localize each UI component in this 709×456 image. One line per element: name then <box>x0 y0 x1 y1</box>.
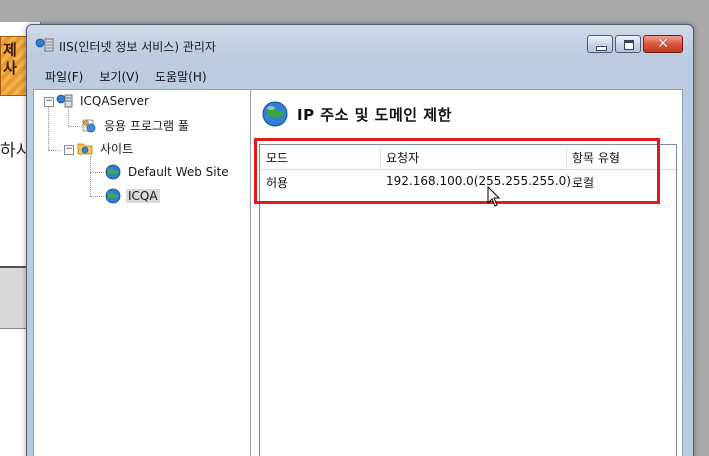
column-header-requestor[interactable]: 요청자 <box>386 149 419 166</box>
close-button[interactable]: ✕ <box>643 35 683 53</box>
iis-app-icon <box>35 38 54 52</box>
tree-connector <box>48 150 60 151</box>
feature-header: IP 주소 및 도메인 제한 <box>261 94 452 134</box>
column-header-mode[interactable]: 모드 <box>266 149 288 166</box>
cell-mode: 허용 <box>266 176 289 190</box>
list-header: 모드 요청자 항목 유형 <box>260 145 676 170</box>
server-icon <box>56 94 73 108</box>
iis-manager-window: IIS(인터넷 정보 서비스) 관리자 ✕ 파일(F) 보기(V) 도움말(H) <box>26 24 694 456</box>
column-divider[interactable] <box>380 147 381 167</box>
app-pool-icon <box>82 119 96 133</box>
restriction-list: 모드 요청자 항목 유형 허용 192.168.100.0(255.255.25… <box>259 144 677 456</box>
column-divider[interactable] <box>566 147 567 167</box>
close-icon: ✕ <box>657 36 669 52</box>
globe-icon <box>105 188 121 204</box>
collapse-icon[interactable]: − <box>44 97 54 107</box>
connections-tree: − ICQAServer 응용 프로그램 풀 − 사이트 Default Web… <box>34 90 251 456</box>
tree-item-default-web-site-label: Default Web Site <box>128 165 229 179</box>
tree-item-default-web-site[interactable]: Default Web Site <box>104 163 231 181</box>
tree-connector <box>90 172 104 173</box>
globe-icon <box>105 164 121 180</box>
page-title: IP 주소 및 도메인 제한 <box>297 105 452 124</box>
title-bar[interactable]: IIS(인터넷 정보 서비스) 관리자 ✕ <box>27 25 693 65</box>
minimize-button[interactable] <box>587 35 613 53</box>
tree-item-sites-label: 사이트 <box>100 141 134 156</box>
column-header-entry-type[interactable]: 항목 유형 <box>572 149 620 166</box>
menu-file[interactable]: 파일(F) <box>45 68 83 85</box>
menu-view[interactable]: 보기(V) <box>99 68 139 85</box>
folder-icon <box>77 143 93 155</box>
tree-item-app-pools-label: 응용 프로그램 풀 <box>104 118 189 133</box>
tree-connector <box>48 104 49 150</box>
maximize-icon <box>616 36 640 52</box>
tree-item-server-label: ICQAServer <box>80 94 149 108</box>
window-title: IIS(인터넷 정보 서비스) 관리자 <box>59 40 216 54</box>
tree-item-app-pools[interactable]: 응용 프로그램 풀 <box>80 116 191 134</box>
tree-item-sites[interactable]: 사이트 <box>76 139 135 157</box>
menu-bar: 파일(F) 보기(V) 도움말(H) <box>33 65 687 87</box>
feature-pane: IP 주소 및 도메인 제한 모드 요청자 항목 유형 허용 192.168.1… <box>251 90 682 456</box>
screen: 제 사 하시 IIS(인터넷 정보 서비스) 관리자 ✕ 파일(F) 보기(V)… <box>0 0 709 456</box>
collapse-icon[interactable]: − <box>64 145 74 155</box>
menu-help[interactable]: 도움말(H) <box>155 68 207 85</box>
tree-connector <box>90 196 104 197</box>
mouse-cursor-icon <box>487 186 501 207</box>
tree-item-server[interactable]: ICQAServer <box>56 92 151 110</box>
tree-connector <box>90 156 91 196</box>
ip-restriction-globe-icon <box>262 101 288 127</box>
window-controls: ✕ <box>585 35 683 55</box>
maximize-button[interactable] <box>615 35 641 53</box>
tree-item-icqa[interactable]: ICQA <box>104 187 160 205</box>
client-area: − ICQAServer 응용 프로그램 풀 − 사이트 Default Web… <box>33 89 683 456</box>
table-row[interactable]: 허용 192.168.100.0(255.255.255.0) 로컬 <box>260 170 676 194</box>
tree-item-icqa-label: ICQA <box>126 189 160 203</box>
cell-entry-type: 로컬 <box>572 176 595 190</box>
cell-requestor: 192.168.100.0(255.255.255.0) <box>386 174 571 188</box>
minimize-icon <box>588 36 612 52</box>
